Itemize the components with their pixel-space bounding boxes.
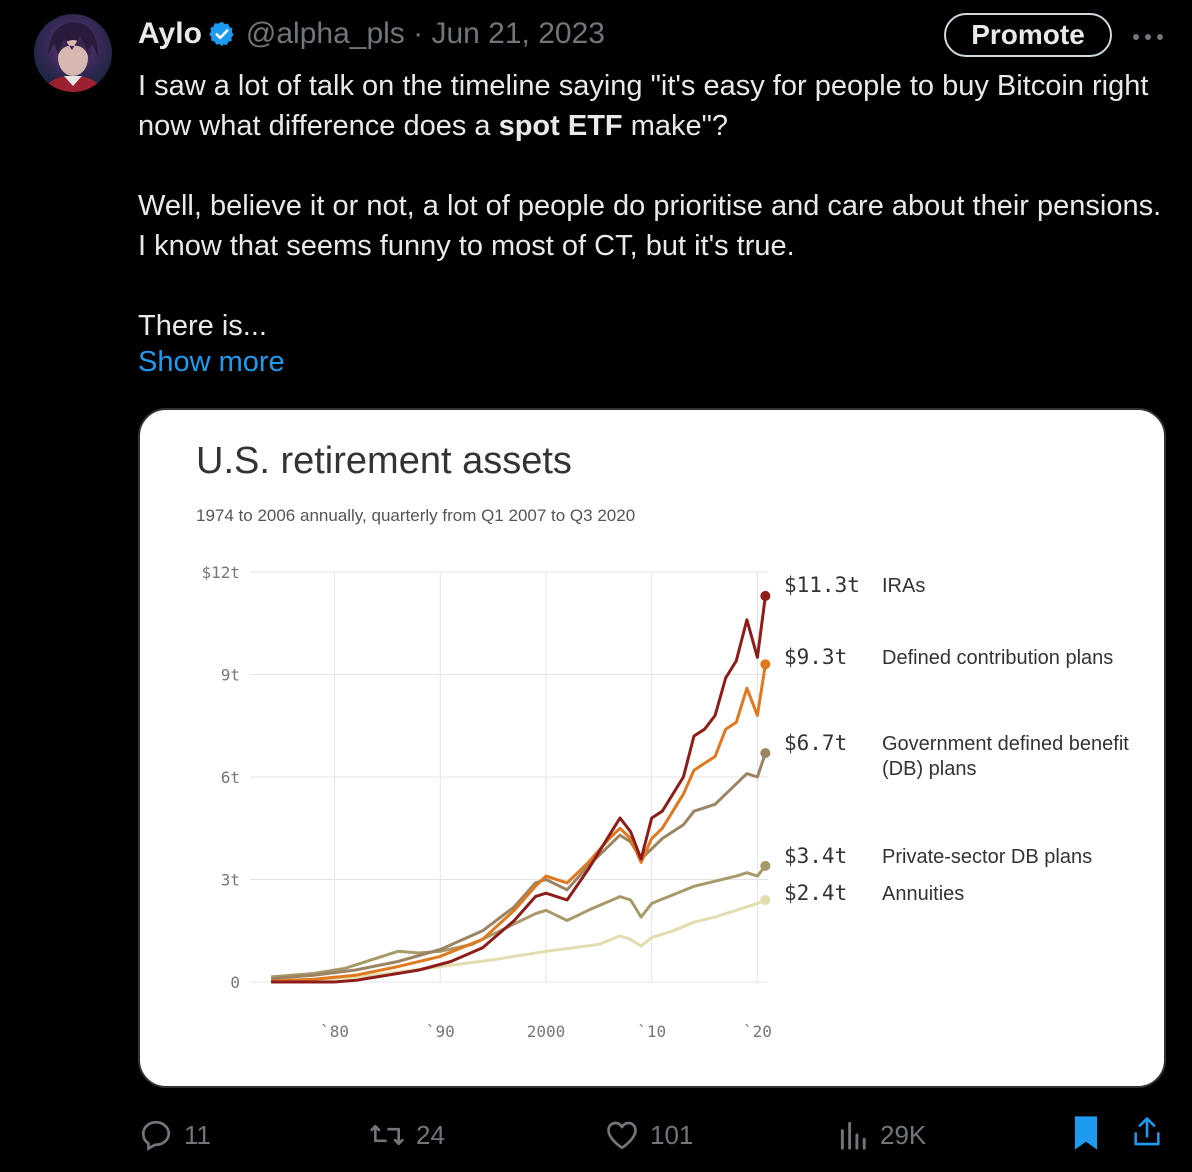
more-options-icon[interactable]: [1128, 22, 1168, 52]
retweet-icon: [370, 1124, 404, 1146]
tweet-text-part: make"?: [622, 110, 729, 142]
author-name[interactable]: Aylo: [138, 17, 202, 51]
series-name-label: Private-sector DB plans: [882, 846, 1092, 868]
series-name-label: Government defined benefit: [882, 733, 1129, 755]
series-end-dot: [760, 895, 771, 905]
series-name-label: Annuities: [882, 883, 964, 905]
y-tick-label: $12t: [201, 563, 240, 582]
avatar-image: [44, 22, 102, 92]
reply-count: 11: [184, 1119, 211, 1150]
share-icon[interactable]: [1130, 1114, 1164, 1150]
chart-plot: 0 3t 6t 9t $12t `80 `90 2000 `10 `20 $2.4t Annuitie…: [201, 563, 1129, 1041]
views-action[interactable]: 29K: [838, 1110, 926, 1160]
like-count: 101: [650, 1119, 694, 1150]
series-name-label: (DB) plans: [882, 758, 976, 780]
tweet: Aylo @alpha_pls · Jun 21, 2023 Promote I…: [0, 0, 1192, 1172]
avatar[interactable]: [34, 14, 112, 92]
series-line: [270, 864, 767, 979]
series-name-label: Defined contribution plans: [882, 647, 1113, 669]
series-end-dot: [760, 860, 771, 871]
series-end-value: $6.7t: [784, 731, 847, 755]
series-line: [271, 664, 767, 983]
tweet-text-bold: spot ETF: [498, 110, 623, 142]
series-end-value: $3.4t: [784, 844, 847, 868]
x-tick-label: `20: [743, 1022, 772, 1041]
series-end-dot: [760, 659, 771, 670]
bookmark-icon[interactable]: [1070, 1114, 1102, 1152]
tweet-paragraph-2: Well, believe it or not, a lot of people…: [138, 190, 1162, 262]
x-tick-label: `10: [637, 1022, 666, 1041]
y-tick-label: 9t: [221, 666, 240, 685]
verified-badge-icon: [209, 21, 234, 47]
y-tick-label: 0: [230, 973, 240, 992]
tweet-paragraph-1: I saw a lot of talk on the timeline sayi…: [138, 66, 1168, 146]
retweet-count: 24: [416, 1119, 445, 1150]
series-end-value: $11.3t: [784, 573, 860, 597]
reply-icon: [141, 1120, 171, 1151]
tweet-text: I saw a lot of talk on the timeline sayi…: [138, 66, 1168, 346]
reply-action[interactable]: 11: [138, 1110, 211, 1160]
x-tick-label: `90: [426, 1022, 455, 1041]
series-end-dot: [760, 590, 771, 601]
series-end-value: $2.4t: [784, 881, 847, 905]
series-end-dot: [760, 748, 771, 759]
tweet-paragraph-3: There is...: [138, 310, 267, 342]
like-action[interactable]: 101: [604, 1110, 693, 1160]
views-chart-icon: [840, 1121, 866, 1150]
show-more-link[interactable]: Show more: [138, 346, 285, 379]
heart-icon: [607, 1121, 637, 1150]
series-end-value: $9.3t: [784, 645, 847, 669]
handle-and-date[interactable]: @alpha_pls · Jun 21, 2023: [246, 17, 605, 51]
x-tick-label: 2000: [527, 1022, 566, 1041]
retweet-action[interactable]: 24: [368, 1110, 445, 1160]
media-card[interactable]: U.S. retirement assets 1974 to 2006 annu…: [138, 408, 1166, 1088]
y-tick-label: 6t: [221, 768, 240, 787]
tweet-header: Aylo @alpha_pls · Jun 21, 2023: [138, 14, 605, 54]
series-name-label: IRAs: [882, 575, 925, 597]
series-line: [270, 752, 767, 981]
x-tick-label: `80: [320, 1022, 349, 1041]
views-count: 29K: [880, 1119, 927, 1150]
promote-button[interactable]: Promote: [944, 13, 1112, 57]
y-tick-label: 3t: [221, 871, 240, 890]
action-bar: 11 24 101 29K: [0, 1110, 1192, 1160]
